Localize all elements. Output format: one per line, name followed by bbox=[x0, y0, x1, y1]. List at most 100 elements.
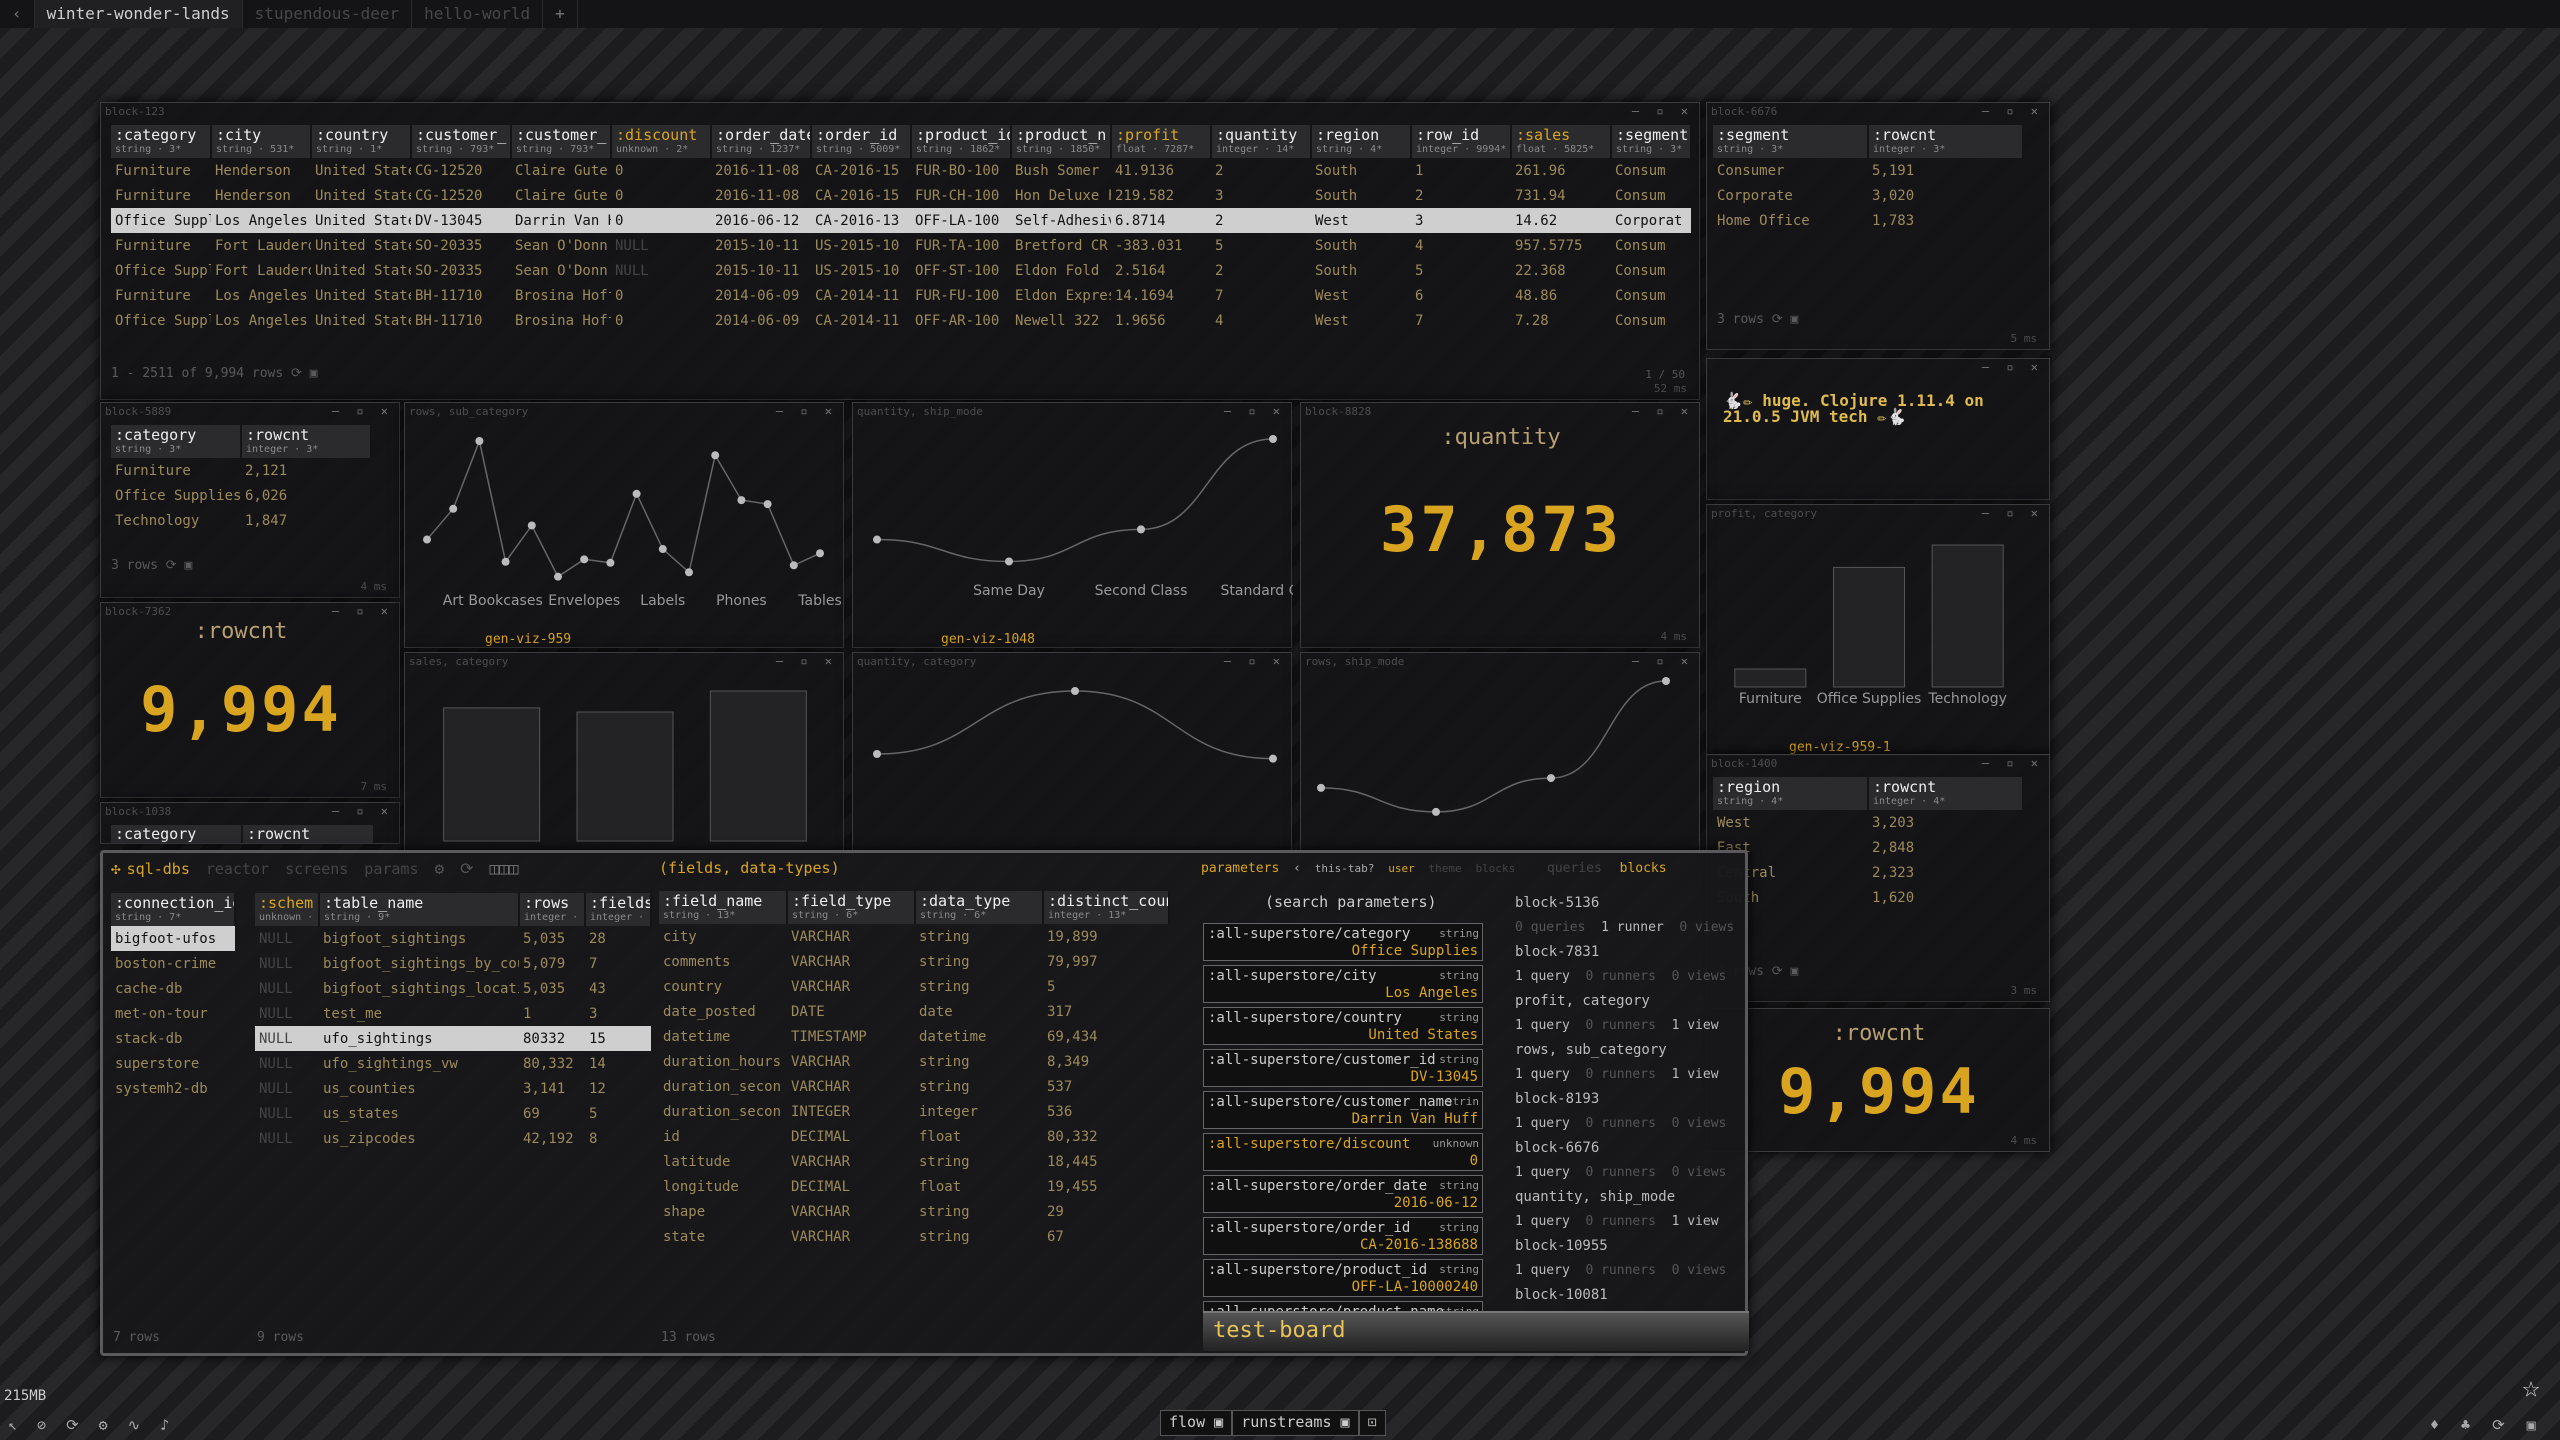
connection-row[interactable]: stack-db bbox=[111, 1026, 235, 1051]
col-header[interactable]: :field_type string · 6* bbox=[787, 891, 916, 924]
col-header[interactable]: :category string · 3* bbox=[111, 425, 242, 458]
table-row[interactable]: East 2,848 bbox=[1713, 835, 2023, 860]
region-table-block[interactable]: block-1400 — ▫ ✕ :region string · 4* :row… bbox=[1706, 754, 2050, 1002]
block-list-item[interactable]: quantity, ship_mode bbox=[1515, 1185, 1743, 1210]
window-controls[interactable]: — ▫ ✕ bbox=[1632, 104, 1693, 118]
save-icon[interactable]: ▣ bbox=[310, 366, 318, 381]
table-row[interactable]: NULL bigfoot_sightings_by_cour 5,079 7 bbox=[255, 951, 651, 976]
table-row[interactable]: duration_secon INTEGER integer 536 bbox=[659, 1099, 1169, 1124]
col-header[interactable]: :region string · 4* bbox=[1713, 777, 1869, 810]
sales-category-chart-block[interactable]: sales, category — ▫ ✕ bbox=[404, 652, 844, 852]
col-header[interactable]: :city string · 531* bbox=[211, 125, 312, 158]
table-row[interactable]: Furniture Los Angeles United StatesBH-1171… bbox=[111, 283, 1691, 308]
col-header[interactable]: :data_type string · 6* bbox=[915, 891, 1044, 924]
col-header[interactable]: :distinct_countinteger · 13* bbox=[1043, 891, 1170, 924]
block-list-item[interactable]: block-5136 bbox=[1515, 891, 1743, 916]
table-row[interactable]: Technology 1,847 bbox=[111, 508, 371, 533]
board-name[interactable]: test-board bbox=[1213, 1318, 1345, 1343]
parameter-item[interactable]: :all-superstore/category string Office Sup… bbox=[1203, 923, 1483, 961]
tab-hello-world[interactable]: hello-world bbox=[412, 0, 544, 28]
col-header[interactable]: :region string · 4* bbox=[1311, 125, 1412, 158]
table-row[interactable]: NULL ufo_sightings 80332 15 bbox=[255, 1026, 651, 1051]
lock-icon[interactable]: ⊡ bbox=[1358, 1410, 1386, 1436]
mic-icon[interactable]: ♪ bbox=[160, 1416, 189, 1434]
tab-back-button[interactable]: ‹ bbox=[0, 0, 35, 28]
table-row[interactable]: city VARCHAR string 19,899 bbox=[659, 924, 1169, 949]
parameter-item[interactable]: :all-superstore/order_id string CA-2016-13… bbox=[1203, 1217, 1483, 1255]
col-header[interactable]: :category bbox=[111, 825, 241, 843]
ship-qty-chart-block[interactable]: quantity, ship_mode — ▫ ✕ Same Day Second… bbox=[852, 402, 1293, 648]
sync-icon[interactable]: ⟳ bbox=[2492, 1416, 2527, 1434]
col-header[interactable]: :profit float · 7287* bbox=[1111, 125, 1212, 158]
parameter-item[interactable]: :all-superstore/customer_name strin Darrin… bbox=[1203, 1091, 1483, 1129]
window-controls[interactable]: — ▫ ✕ bbox=[1982, 104, 2043, 118]
tab-winter-wonder-lands[interactable]: winter-wonder-lands bbox=[34, 0, 243, 28]
bell-icon[interactable]: ♦ bbox=[2430, 1416, 2461, 1434]
table-row[interactable]: NULL us_states 69 5 bbox=[255, 1101, 651, 1126]
cursor-icon[interactable]: ↖ bbox=[8, 1416, 37, 1434]
window-controls[interactable]: — ▫ ✕ bbox=[332, 804, 393, 818]
flow-button[interactable]: flow ▣ bbox=[1160, 1410, 1233, 1436]
col-header[interactable]: :table_name string · 9* bbox=[319, 893, 520, 926]
col-header[interactable]: :category string · 3* bbox=[111, 125, 212, 158]
runstreams-button[interactable]: runstreams ▣ bbox=[1232, 1410, 1359, 1436]
col-header[interactable]: :product_id string · 1862* bbox=[911, 125, 1012, 158]
parameter-item[interactable]: :all-superstore/customer_id string DV-1304… bbox=[1203, 1049, 1483, 1087]
save-icon[interactable]: ▣ bbox=[2527, 1416, 2558, 1434]
ship-mode-quantity-chart[interactable]: Same Day Second Class Standard Class bbox=[853, 403, 1293, 633]
table-row[interactable]: Home Office 1,783 bbox=[1713, 208, 2023, 233]
col-header[interactable]: :rowcnt integer · 4* bbox=[1868, 777, 2024, 810]
tab-params[interactable]: params bbox=[364, 860, 418, 878]
col-header[interactable]: :rowsinteger · 9* bbox=[519, 893, 586, 926]
main-data-table-block[interactable]: block-123 — ▫ ✕ :category string · 3*:cit… bbox=[100, 102, 1700, 400]
table-row[interactable]: longitude DECIMAL float 19,455 bbox=[659, 1174, 1169, 1199]
table-row[interactable]: Office SuppliLos Angeles United StatesBH-… bbox=[111, 308, 1691, 333]
table-row[interactable]: NULL bigfoot_sightings_location5,035 43 bbox=[255, 976, 651, 1001]
category-mini-block[interactable]: block-1038 — ▫ ✕ :category :rowcnt bbox=[100, 802, 400, 844]
parameter-item[interactable]: :all-superstore/discount unknown 0 bbox=[1203, 1133, 1483, 1171]
tab-reactor[interactable]: reactor bbox=[206, 860, 269, 878]
connection-row[interactable]: systemh2-db bbox=[111, 1076, 235, 1101]
notify-icon[interactable]: ♣ bbox=[2461, 1416, 2492, 1434]
param-search[interactable]: (search parameters) bbox=[1265, 893, 1437, 911]
table-row[interactable]: Furniture Henderson United StatesCG-12520 C… bbox=[111, 183, 1691, 208]
table-row[interactable]: Corporate 3,020 bbox=[1713, 183, 2023, 208]
tab-blocks-filter[interactable]: blocks bbox=[1475, 862, 1515, 875]
layout-icon[interactable]: ◫◫◫ bbox=[490, 859, 519, 878]
table-row[interactable]: Furniture 2,121 bbox=[111, 458, 371, 483]
rowcnt-kpi-block-left[interactable]: block-7362 — ▫ ✕ :rowcnt 9,994 7 ms bbox=[100, 602, 400, 798]
block-list-item[interactable]: block-7831 bbox=[1515, 940, 1743, 965]
col-header[interactable]: :quantity integer · 14* bbox=[1211, 125, 1312, 158]
segment-table-block[interactable]: block-6676 — ▫ ✕ :segment string · 3* :ro… bbox=[1706, 102, 2050, 350]
col-header[interactable]: :order_date string · 1237* bbox=[711, 125, 812, 158]
eye-off-icon[interactable]: ⊘ bbox=[37, 1416, 66, 1434]
parameter-item[interactable]: :all-superstore/city string Los Angeles bbox=[1203, 965, 1483, 1003]
connection-row[interactable]: bigfoot-ufos bbox=[111, 926, 235, 951]
profit-category-chart[interactable]: Furniture Office Supplies Technology bbox=[1707, 505, 2051, 735]
star-icon[interactable]: ☆ bbox=[2522, 1370, 2540, 1405]
col-header[interactable]: :schemunknown · 1* bbox=[255, 893, 320, 926]
col-header[interactable]: :country string · 1* bbox=[311, 125, 412, 158]
col-header[interactable]: :rowcnt bbox=[243, 825, 373, 843]
block-list-item[interactable]: block-10081 bbox=[1515, 1283, 1743, 1303]
col-header[interactable]: :rowcnt integer · 3* bbox=[1868, 125, 2024, 158]
rowcnt-kpi-block-right[interactable]: :rowcnt 9,994 4 ms bbox=[1706, 1008, 2050, 1152]
refresh-icon[interactable]: ⟳ bbox=[460, 859, 473, 878]
table-row[interactable]: comments VARCHAR string 79,997 bbox=[659, 949, 1169, 974]
table-row[interactable]: state VARCHAR string 67 bbox=[659, 1224, 1169, 1249]
connection-row[interactable]: met-on-tour bbox=[111, 1001, 235, 1026]
tab-theme[interactable]: theme bbox=[1429, 862, 1462, 875]
table-row[interactable]: Office SuppliFort LauderdUnited StatesSO… bbox=[111, 258, 1691, 283]
tab-this-tab[interactable]: this-tab? bbox=[1315, 862, 1375, 875]
profit-category-chart-block[interactable]: profit, category — ▫ ✕ Furniture Office S… bbox=[1706, 504, 2050, 756]
col-header[interactable]: :rowcnt integer · 3* bbox=[241, 425, 372, 458]
table-row[interactable]: Consumer 5,191 bbox=[1713, 158, 2023, 183]
window-controls[interactable]: — ▫ ✕ bbox=[332, 404, 393, 418]
tab-sql-dbs[interactable]: sql-dbs bbox=[127, 860, 190, 878]
window-controls[interactable]: — ▫ ✕ bbox=[1982, 756, 2043, 770]
rows-ship-chart-block[interactable]: rows, ship_mode — ▫ ✕ bbox=[1300, 652, 1700, 852]
settings-icon[interactable]: ⚙ bbox=[434, 859, 444, 878]
sales-category-bar-chart[interactable] bbox=[405, 653, 845, 853]
table-row[interactable]: NULL bigfoot_sightings 5,035 28 bbox=[255, 926, 651, 951]
quantity-kpi-block[interactable]: block-8828 — ▫ ✕ :quantity 37,873 4 ms bbox=[1300, 402, 1700, 648]
